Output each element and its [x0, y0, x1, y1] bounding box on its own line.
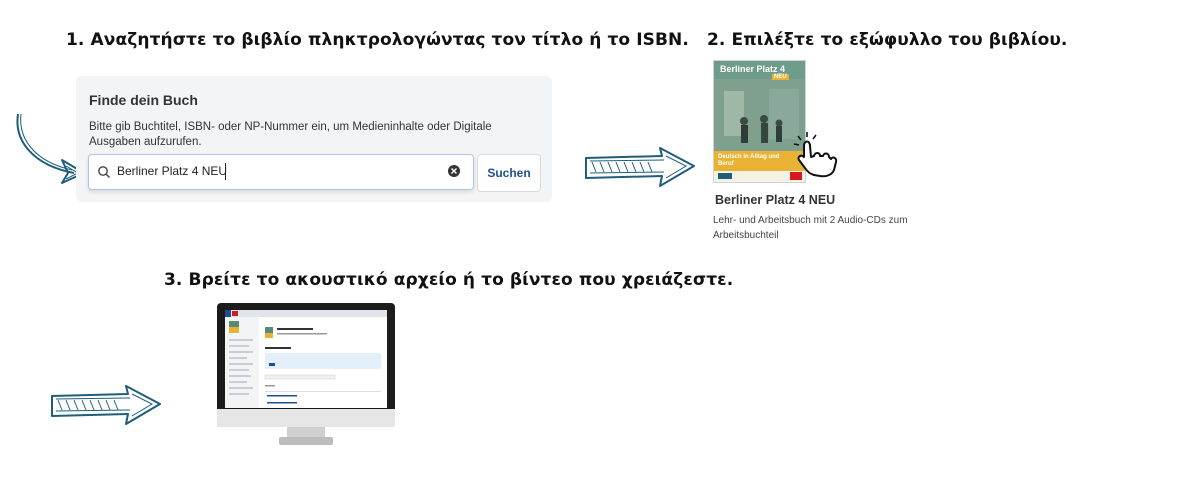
cover-title: Berliner Platz 4: [720, 64, 786, 74]
step-3-title: 3. Βρείτε το ακουστικό αρχείο ή το βίντε…: [164, 270, 734, 290]
search-card: Finde dein Buch Bitte gib Buchtitel, ISB…: [76, 76, 552, 202]
search-heading: Finde dein Buch: [89, 92, 198, 108]
search-input[interactable]: Berliner Platz 4 NEU: [88, 154, 474, 190]
search-description: Bitte gib Buchtitel, ISBN- oder NP-Numme…: [89, 121, 492, 148]
cover-banner: Deutsch in Alltag und Beruf: [718, 154, 780, 167]
arrow-right-icon: [585, 147, 695, 187]
book-title[interactable]: Berliner Platz 4 NEU: [715, 193, 835, 207]
arrow-right-icon: [51, 385, 161, 425]
clear-icon[interactable]: [447, 164, 461, 178]
text-caret: [225, 163, 226, 180]
search-button[interactable]: Suchen: [477, 154, 541, 192]
book-subtitle: Lehr- und Arbeitsbuch mit 2 Audio-CDs zu…: [713, 215, 908, 241]
step-2-title: 2. Επιλέξτε το εξώφυλλο του βιβλίου.: [707, 30, 1068, 50]
monitor-illustration: [217, 303, 395, 447]
step-1-title: 1. Αναζητήστε το βιβλίο πληκτρολογώντας …: [66, 30, 689, 50]
hand-pointer-icon: [793, 132, 838, 178]
cover-badge: NEU: [772, 74, 789, 80]
search-icon: [98, 166, 110, 178]
search-input-value: Berliner Platz 4 NEU: [117, 164, 228, 178]
